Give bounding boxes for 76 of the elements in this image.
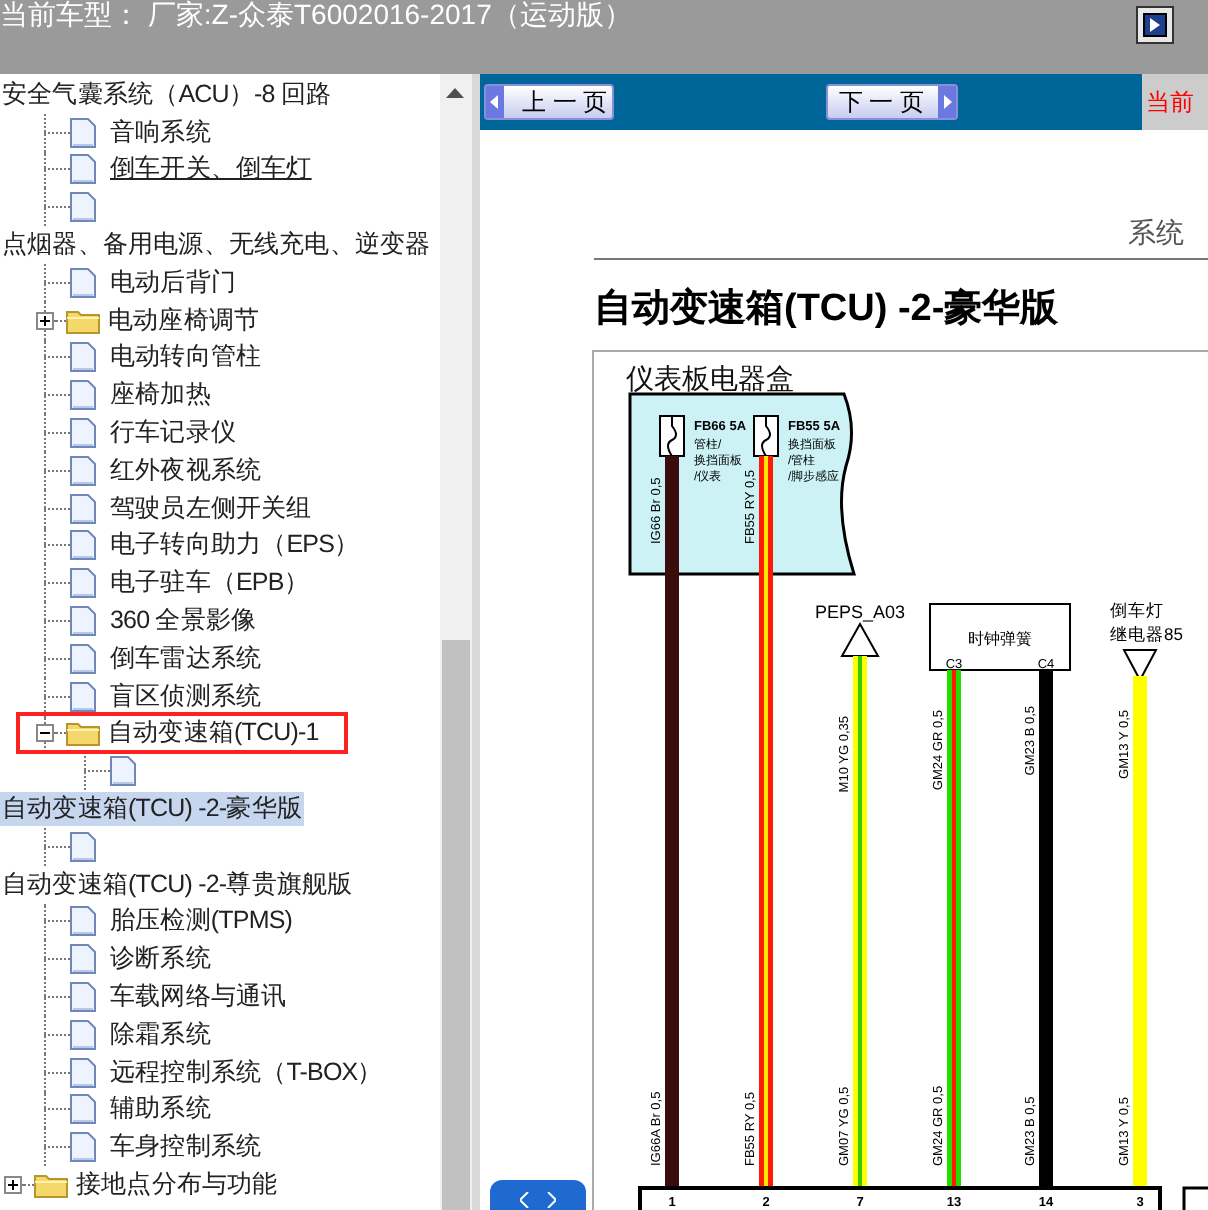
- tree-item-label[interactable]: 电子驻车（EPB）: [108, 566, 311, 601]
- tree-item-label[interactable]: 自动变速箱(TCU) -2-尊贵旗舰版: [0, 867, 355, 902]
- tree-item-label[interactable]: 电子转向助力（EPS）: [108, 528, 362, 563]
- notice-text: 当前: [1144, 86, 1194, 120]
- tree-item-label[interactable]: 行车记录仪: [108, 416, 239, 451]
- tree-item-label[interactable]: 红外夜视系统: [108, 453, 264, 488]
- tree-item-label[interactable]: 电动座椅调节: [106, 303, 262, 338]
- page-icon: [70, 681, 96, 712]
- tree-item-label[interactable]: 车身控制系统: [108, 1130, 264, 1165]
- tree-item-label[interactable]: 360 全景影像: [108, 604, 259, 639]
- page-icon: [70, 1132, 96, 1163]
- tree-item-label[interactable]: 点烟器、备用电源、无线充电、逆变器: [0, 228, 433, 263]
- relay-label: 倒车灯: [1110, 600, 1164, 620]
- car-model-title: 当前车型： 厂家:Z-众泰T6002016-2017（运动版）: [0, 0, 632, 30]
- tree-item-label[interactable]: 自动变速箱(TCU)-1: [106, 716, 321, 751]
- page-icon: [70, 982, 96, 1013]
- tree-item-label[interactable]: 驾驶员左侧开关组: [108, 491, 314, 526]
- tree-item-label[interactable]: 诊断系统: [108, 942, 213, 977]
- tree-item-label[interactable]: 车载网络与通讯: [108, 980, 289, 1015]
- tree-item-label[interactable]: 远程控制系统（T-BOX）: [108, 1055, 385, 1090]
- expand-toggle[interactable]: [36, 311, 54, 330]
- arrow-box-icon: [1142, 12, 1168, 38]
- page-icon: [70, 906, 96, 937]
- page-icon: [70, 530, 96, 561]
- tree-item-label[interactable]: 接地点分布与功能: [74, 1168, 280, 1202]
- tree-item-label[interactable]: 倒车雷达系统: [108, 641, 264, 676]
- page-nav-button[interactable]: [490, 1180, 586, 1210]
- page-icon: [70, 643, 96, 674]
- tree-item-label[interactable]: 辅助系统: [108, 1092, 213, 1127]
- terminal-triangle: [840, 621, 880, 657]
- document-title: 自动变速箱(TCU) -2-豪华版: [594, 285, 1059, 334]
- chevron-left-icon: [520, 1192, 530, 1208]
- page-icon: [70, 342, 96, 373]
- fuse-box-title: 仪表板电器盒: [626, 362, 794, 394]
- scroll-up-icon[interactable]: [446, 88, 464, 98]
- exit-button[interactable]: [1136, 6, 1174, 44]
- tree-item-label[interactable]: 除霜系统: [108, 1017, 213, 1052]
- page-icon: [70, 944, 96, 975]
- connector-label: PEPS_A03: [814, 602, 906, 622]
- fuse-symbol: [659, 415, 685, 457]
- tree-item-label[interactable]: 音响系统: [108, 115, 213, 150]
- expand-toggle[interactable]: [36, 724, 54, 743]
- page-icon: [70, 606, 96, 637]
- page-icon: [70, 418, 96, 449]
- previous-page-button[interactable]: 上 一 页: [484, 84, 614, 120]
- fuse-symbol: [753, 415, 779, 457]
- tree-item-label[interactable]: 安全气囊系统（ACU）-8 回路: [0, 77, 334, 112]
- page-icon: [70, 493, 96, 524]
- page-icon: [70, 117, 96, 148]
- page-icon: [70, 154, 96, 185]
- relay-label: 继电器85: [1110, 624, 1183, 644]
- page-header-text: 系统: [1128, 214, 1184, 252]
- folder-icon: [66, 307, 100, 334]
- page-icon: [70, 1057, 96, 1088]
- tree-item-label[interactable]: 盲区侦测系统: [108, 679, 264, 714]
- scrollbar-thumb[interactable]: [442, 640, 470, 1210]
- folder-icon: [34, 1172, 68, 1198]
- tree-item-label[interactable]: 胎压检测(TPMS): [108, 904, 295, 939]
- expand-toggle[interactable]: [4, 1176, 22, 1194]
- tree-item-label[interactable]: 电动转向管柱: [108, 340, 264, 375]
- tree-item-label[interactable]: 自动变速箱(TCU) -2-豪华版: [0, 792, 304, 827]
- page-icon: [70, 380, 96, 411]
- chevron-right-icon: [546, 1192, 556, 1208]
- component-box: [929, 603, 1071, 671]
- connector-block: [1182, 1186, 1208, 1210]
- page-icon: [70, 1094, 96, 1125]
- tree-item-label[interactable]: 倒车开关、倒车灯: [108, 152, 314, 187]
- next-page-button[interactable]: 下 一 页: [826, 84, 958, 120]
- component-label: 时钟弹簧: [968, 630, 1032, 648]
- page-icon: [70, 455, 96, 486]
- page-icon: [70, 568, 96, 599]
- page-icon: [70, 267, 96, 298]
- tree-item-label[interactable]: 座椅加热: [108, 378, 213, 413]
- tree-item-label[interactable]: 电动后背门: [108, 265, 239, 300]
- page-icon: [70, 1019, 96, 1050]
- folder-icon: [66, 720, 100, 747]
